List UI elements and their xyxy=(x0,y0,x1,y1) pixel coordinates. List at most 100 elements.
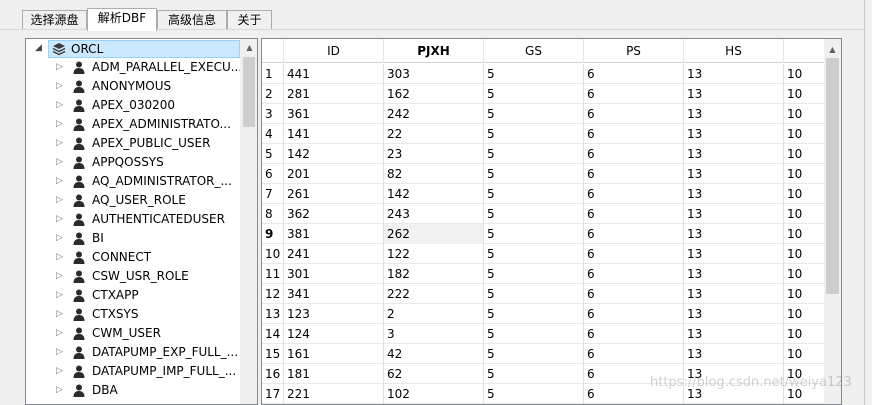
cell-gs[interactable]: 5 xyxy=(484,144,584,164)
tree-scroll-thumb[interactable] xyxy=(243,57,255,127)
cell-next[interactable]: 10 xyxy=(784,224,826,244)
row-number[interactable]: 15 xyxy=(262,344,284,364)
column-header-gs[interactable]: GS xyxy=(484,39,584,63)
cell-next[interactable]: 10 xyxy=(784,344,826,364)
cell-next[interactable]: 10 xyxy=(784,184,826,204)
column-header-id[interactable]: ID xyxy=(284,39,384,63)
expand-arrow-icon[interactable]: ▷ xyxy=(56,270,66,282)
cell-ps[interactable]: 6 xyxy=(584,164,684,184)
tab-about[interactable]: 关于 xyxy=(227,10,272,30)
tree-item[interactable]: ▷ DATAPUMP_EXP_FULL_... xyxy=(26,343,241,362)
cell-gs[interactable]: 5 xyxy=(484,324,584,344)
tree-item[interactable]: ▷ BI xyxy=(26,229,241,248)
tree-item[interactable]: ▷ APEX_PUBLIC_USER xyxy=(26,134,241,153)
tab-parse-dbf[interactable]: 解析DBF xyxy=(87,8,157,31)
cell-pjxh[interactable]: 162 xyxy=(384,84,484,104)
tree-vertical-scrollbar[interactable]: ▲ xyxy=(240,39,257,404)
expand-arrow-icon[interactable]: ▷ xyxy=(56,289,66,301)
collapse-arrow-icon[interactable]: ◢ xyxy=(35,41,45,55)
cell-ps[interactable]: 6 xyxy=(584,124,684,144)
cell-id[interactable]: 301 xyxy=(284,264,384,284)
row-number[interactable]: 1 xyxy=(262,64,284,84)
expand-arrow-icon[interactable]: ▷ xyxy=(56,194,66,206)
row-number[interactable]: 13 xyxy=(262,304,284,324)
cell-gs[interactable]: 5 xyxy=(484,224,584,244)
row-number[interactable]: 2 xyxy=(262,84,284,104)
cell-pjxh[interactable]: 2 xyxy=(384,304,484,324)
cell-hs[interactable]: 13 xyxy=(684,324,784,344)
table-row[interactable]: 13 123 2 5 6 13 10 xyxy=(262,304,826,324)
table-row[interactable]: 2 281 162 5 6 13 10 xyxy=(262,84,826,104)
row-number[interactable]: 6 xyxy=(262,164,284,184)
grid-vertical-scrollbar[interactable]: ▲ xyxy=(824,39,841,404)
row-number[interactable]: 17 xyxy=(262,384,284,404)
cell-ps[interactable]: 6 xyxy=(584,324,684,344)
tree-item[interactable]: ▷ ADM_PARALLEL_EXECU... xyxy=(26,58,242,77)
row-number[interactable]: 12 xyxy=(262,284,284,304)
table-row[interactable]: 14 124 3 5 6 13 10 xyxy=(262,324,826,344)
cell-gs[interactable]: 5 xyxy=(484,384,584,404)
cell-ps[interactable]: 6 xyxy=(584,304,684,324)
table-row[interactable]: 12 341 222 5 6 13 10 xyxy=(262,284,826,304)
row-number[interactable]: 3 xyxy=(262,104,284,124)
column-header-hs[interactable]: HS xyxy=(684,39,784,63)
tab-select-source-disk[interactable]: 选择源盘 xyxy=(22,10,87,30)
column-header-next[interactable] xyxy=(784,39,826,63)
expand-arrow-icon[interactable]: ▷ xyxy=(56,156,66,168)
cell-pjxh[interactable]: 3 xyxy=(384,324,484,344)
row-number[interactable]: 7 xyxy=(262,184,284,204)
cell-id[interactable]: 201 xyxy=(284,164,384,184)
cell-pjxh[interactable]: 102 xyxy=(384,384,484,404)
table-row[interactable]: 1 441 303 5 6 13 10 xyxy=(262,64,826,84)
row-number[interactable]: 9 xyxy=(262,224,284,244)
scroll-up-arrow-icon[interactable]: ▲ xyxy=(824,41,841,58)
cell-hs[interactable]: 13 xyxy=(684,104,784,124)
cell-next[interactable]: 10 xyxy=(784,64,826,84)
tree-item[interactable]: ▷ CSW_USR_ROLE xyxy=(26,267,241,286)
cell-pjxh[interactable]: 62 xyxy=(384,364,484,384)
cell-gs[interactable]: 5 xyxy=(484,284,584,304)
cell-hs[interactable]: 13 xyxy=(684,344,784,364)
expand-arrow-icon[interactable]: ▷ xyxy=(56,61,66,73)
table-row[interactable]: 8 362 243 5 6 13 10 xyxy=(262,204,826,224)
cell-pjxh[interactable]: 262 xyxy=(384,224,484,244)
table-row[interactable]: 4 141 22 5 6 13 10 xyxy=(262,124,826,144)
cell-pjxh[interactable]: 182 xyxy=(384,264,484,284)
cell-id[interactable]: 361 xyxy=(284,104,384,124)
cell-hs[interactable]: 13 xyxy=(684,184,784,204)
tree-item[interactable]: ▷ CWM_USER xyxy=(26,324,241,343)
tree-item[interactable]: ▷ AQ_USER_ROLE xyxy=(26,191,241,210)
expand-arrow-icon[interactable]: ▷ xyxy=(56,80,66,92)
table-row[interactable]: 11 301 182 5 6 13 10 xyxy=(262,264,826,284)
cell-hs[interactable]: 13 xyxy=(684,84,784,104)
expand-arrow-icon[interactable]: ▷ xyxy=(56,175,66,187)
cell-ps[interactable]: 6 xyxy=(584,84,684,104)
cell-next[interactable]: 10 xyxy=(784,304,826,324)
expand-arrow-icon[interactable]: ▷ xyxy=(56,232,66,244)
cell-pjxh[interactable]: 122 xyxy=(384,244,484,264)
expand-arrow-icon[interactable]: ▷ xyxy=(56,384,66,396)
expand-arrow-icon[interactable]: ▷ xyxy=(56,118,66,130)
tree-item[interactable]: ▷ APEX_ADMINISTRATO... xyxy=(26,115,241,134)
expand-arrow-icon[interactable]: ▷ xyxy=(56,137,66,149)
cell-id[interactable]: 141 xyxy=(284,124,384,144)
cell-id[interactable]: 181 xyxy=(284,364,384,384)
cell-pjxh[interactable]: 82 xyxy=(384,164,484,184)
cell-gs[interactable]: 5 xyxy=(484,184,584,204)
cell-gs[interactable]: 5 xyxy=(484,304,584,324)
cell-next[interactable]: 10 xyxy=(784,104,826,124)
cell-gs[interactable]: 5 xyxy=(484,104,584,124)
cell-ps[interactable]: 6 xyxy=(584,104,684,124)
expand-arrow-icon[interactable]: ▷ xyxy=(56,99,66,111)
expand-arrow-icon[interactable]: ▷ xyxy=(56,365,66,377)
cell-hs[interactable]: 13 xyxy=(684,304,784,324)
cell-next[interactable]: 10 xyxy=(784,84,826,104)
table-row[interactable]: 6 201 82 5 6 13 10 xyxy=(262,164,826,184)
cell-next[interactable]: 10 xyxy=(784,324,826,344)
cell-gs[interactable]: 5 xyxy=(484,64,584,84)
cell-next[interactable]: 10 xyxy=(784,284,826,304)
cell-id[interactable]: 441 xyxy=(284,64,384,84)
tree-item[interactable]: ▷ ANONYMOUS xyxy=(26,77,241,96)
cell-next[interactable]: 10 xyxy=(784,164,826,184)
tree-item[interactable]: ▷ DATAPUMP_IMP_FULL_... xyxy=(26,362,241,381)
